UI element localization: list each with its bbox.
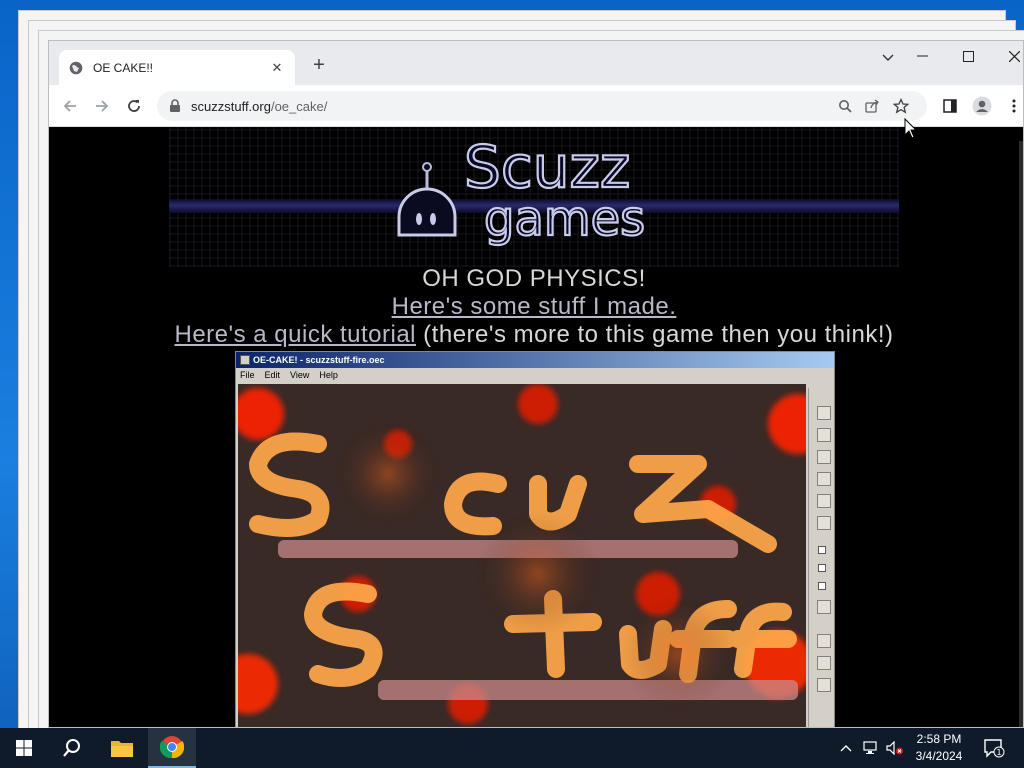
back-button[interactable] [57, 93, 83, 119]
app-panel-button [817, 428, 831, 442]
app-menu-file: File [240, 370, 255, 380]
tutorial-link[interactable]: Here's a quick tutorial [175, 321, 417, 348]
start-button[interactable] [0, 728, 48, 768]
page-scrollbar[interactable] [1019, 141, 1023, 727]
tab-oe-cake[interactable]: OE CAKE!! ✕ [59, 50, 295, 85]
more-menu-icon[interactable] [1001, 93, 1023, 119]
chrome-icon [160, 736, 184, 759]
app-panel-button [817, 494, 831, 508]
tutorial-suffix: (there's more to this game then you thin… [416, 321, 894, 348]
browser-window: OE CAKE!! ✕ + scuzzstuff.org/oe_cake/ Sc… [48, 40, 1024, 728]
notification-count: 1 [996, 748, 1001, 757]
notification-center-button[interactable]: 1 [980, 728, 1008, 768]
new-tab-button[interactable]: + [307, 54, 331, 78]
tray-chevron-icon[interactable] [836, 728, 856, 768]
clock-date: 3/4/2024 [915, 749, 963, 763]
globe-icon [69, 61, 83, 75]
search-button[interactable] [48, 728, 96, 768]
forward-button[interactable] [89, 93, 115, 119]
app-panel-checkbox [818, 582, 826, 590]
app-title-bar: OE-CAKE! - scuzzstuff-fire.oec [236, 352, 834, 368]
app-menu-help: Help [319, 370, 338, 380]
app-panel-button [817, 600, 831, 614]
app-panel-checkbox [818, 564, 826, 572]
side-panel-icon[interactable] [937, 93, 963, 119]
tab-title: OE CAKE!! [93, 60, 154, 75]
lock-icon[interactable] [169, 99, 181, 113]
url-text: scuzzstuff.org/oe_cake/ [191, 98, 328, 114]
minimize-button[interactable] [899, 41, 945, 71]
tab-close-icon[interactable]: ✕ [269, 60, 285, 76]
notification-icon: 1 [984, 739, 1005, 758]
file-explorer-button[interactable] [98, 728, 146, 768]
scuzz-games-logo: Scuzz games [397, 132, 646, 248]
fire-simulation-canvas [238, 384, 806, 727]
app-menu-edit: Edit [264, 370, 281, 380]
mouse-cursor-icon [904, 118, 918, 139]
chrome-taskbar-button[interactable] [148, 728, 196, 768]
app-title: OE-CAKE! - scuzzstuff-fire.oec [253, 355, 385, 365]
oe-cake-screenshot: OE-CAKE! - scuzzstuff-fire.oec File Edit… [235, 351, 835, 727]
reload-button[interactable] [121, 93, 147, 119]
share-icon[interactable] [859, 94, 887, 118]
stuff-link-row: Here's some stuff I made. [49, 293, 1019, 321]
volume-muted-icon[interactable] [884, 728, 906, 768]
app-side-panel [808, 388, 832, 727]
tab-bar: OE CAKE!! ✕ + [49, 41, 1023, 85]
taskbar: 2:58 PM 3/4/2024 1 [0, 728, 1024, 768]
app-panel-button [817, 656, 831, 670]
close-window-button[interactable] [991, 41, 1023, 71]
bookmark-star-icon[interactable] [887, 94, 915, 118]
app-panel-button [817, 678, 831, 692]
windows-logo-icon [16, 740, 32, 756]
network-icon[interactable] [860, 728, 882, 768]
folder-icon [111, 741, 133, 757]
browser-toolbar: scuzzstuff.org/oe_cake/ [49, 85, 1023, 127]
logo-line-2: games [484, 191, 645, 247]
search-icon [63, 739, 80, 757]
app-icon [240, 355, 250, 365]
address-bar[interactable]: scuzzstuff.org/oe_cake/ [157, 91, 927, 121]
app-menu-view: View [290, 370, 310, 380]
page-viewport: Scuzz games OH GOD PHYSICS! Here's some … [49, 127, 1023, 727]
app-panel-button [817, 516, 831, 530]
system-clock[interactable]: 2:58 PM 3/4/2024 [906, 731, 972, 765]
app-panel-button [817, 472, 831, 486]
stuff-link[interactable]: Here's some stuff I made. [392, 293, 677, 320]
profile-avatar-icon[interactable] [969, 93, 995, 119]
zoom-search-icon[interactable] [831, 94, 859, 118]
app-menu-bar: File Edit View Help [236, 368, 834, 382]
app-panel-button [817, 634, 831, 648]
tutorial-row: Here's a quick tutorial (there's more to… [49, 321, 1019, 349]
app-panel-checkbox [818, 546, 826, 554]
app-panel-button [817, 450, 831, 464]
headline: OH GOD PHYSICS! [422, 265, 646, 292]
maximize-button[interactable] [945, 41, 991, 71]
clock-time: 2:58 PM [916, 732, 962, 746]
app-panel-button [817, 406, 831, 420]
